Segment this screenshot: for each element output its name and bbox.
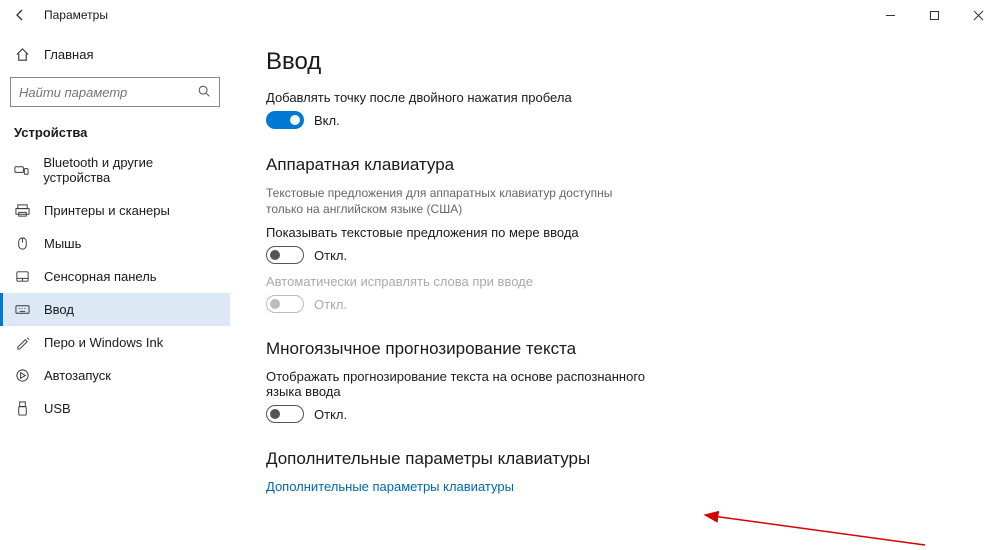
annotation-arrow [700,510,930,550]
home-icon [14,47,30,62]
sidebar-item-label: Bluetooth и другие устройства [43,155,216,185]
pen-icon [14,335,30,350]
toggle-state-label: Откл. [314,248,347,263]
toggle-multilingual[interactable] [266,405,304,423]
titlebar: Параметры [0,0,1000,30]
touchpad-icon [14,269,30,284]
toggle-period[interactable] [266,111,304,129]
search-input-wrap[interactable] [10,77,220,107]
toggle-state-label: Вкл. [314,113,340,128]
printer-icon [14,203,30,218]
advanced-keyboard-link[interactable]: Дополнительные параметры клавиатуры [266,479,970,494]
sidebar-item-typing[interactable]: Ввод [0,293,230,326]
minimize-button[interactable] [868,0,912,30]
mouse-icon [14,236,30,251]
sidebar-item-bluetooth[interactable]: Bluetooth и другие устройства [0,146,230,194]
toggle-state-label: Откл. [314,407,347,422]
page-title: Ввод [266,48,970,76]
section-hardware-keyboard: Аппаратная клавиатура [266,155,970,175]
usb-icon [14,401,30,416]
sidebar-item-label: Мышь [44,236,81,251]
option-label-suggestions: Показывать текстовые предложения по мере… [266,225,970,240]
close-button[interactable] [956,0,1000,30]
search-icon [197,84,211,101]
section-advanced: Дополнительные параметры клавиатуры [266,449,970,469]
section-title-devices: Устройства [0,117,230,146]
option-label-period: Добавлять точку после двойного нажатия п… [266,90,970,105]
back-button[interactable] [0,0,40,30]
maximize-button[interactable] [912,0,956,30]
hw-description: Текстовые предложения для аппаратных кла… [266,185,646,217]
keyboard-icon [14,302,30,317]
window-title: Параметры [40,8,108,22]
option-label-multilingual: Отображать прогнозирование текста на осн… [266,369,646,399]
home-link[interactable]: Главная [0,40,230,69]
sidebar-item-usb[interactable]: USB [0,392,230,425]
toggle-autocorrect [266,295,304,313]
sidebar-item-label: Сенсорная панель [44,269,157,284]
bluetooth-icon [14,163,29,178]
toggle-suggestions[interactable] [266,246,304,264]
toggle-state-label: Откл. [314,297,347,312]
option-label-autocorrect: Автоматически исправлять слова при вводе [266,274,970,289]
sidebar-item-pen[interactable]: Перо и Windows Ink [0,326,230,359]
sidebar-item-label: Автозапуск [44,368,111,383]
sidebar-item-touchpad[interactable]: Сенсорная панель [0,260,230,293]
search-input[interactable] [19,85,197,100]
sidebar-item-label: USB [44,401,71,416]
sidebar-item-printers[interactable]: Принтеры и сканеры [0,194,230,227]
sidebar-item-label: Принтеры и сканеры [44,203,170,218]
autoplay-icon [14,368,30,383]
sidebar: Главная Устройства Bluetooth и другие ус… [0,30,230,533]
sidebar-item-label: Ввод [44,302,74,317]
sidebar-item-label: Перо и Windows Ink [44,335,163,350]
section-multilingual: Многоязычное прогнозирование текста [266,339,970,359]
home-label: Главная [44,47,93,62]
sidebar-item-autoplay[interactable]: Автозапуск [0,359,230,392]
content-area: Ввод Добавлять точку после двойного нажа… [230,30,1000,533]
sidebar-item-mouse[interactable]: Мышь [0,227,230,260]
